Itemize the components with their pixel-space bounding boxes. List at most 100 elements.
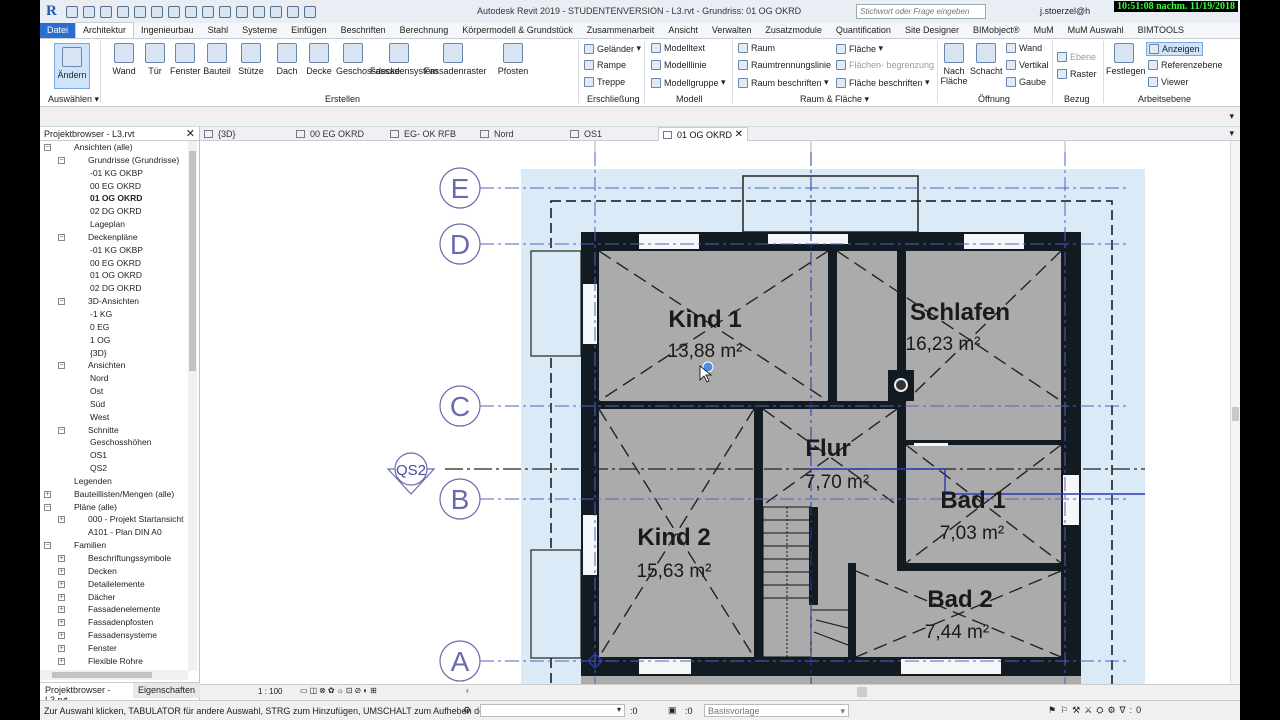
grid-head-c[interactable]: C — [450, 391, 470, 422]
browser-item[interactable]: + Decken — [40, 565, 188, 578]
room-area-flur[interactable]: 7,70 m² — [805, 472, 869, 493]
build-button-1[interactable]: Tür — [142, 43, 168, 76]
revit-logo[interactable]: R — [46, 3, 57, 20]
view-scale[interactable]: 1 : 100 — [258, 687, 282, 696]
room-name-schlafen[interactable]: Schlafen — [910, 299, 1010, 326]
browser-item[interactable]: − Pläne (alle) — [40, 501, 188, 514]
browser-item[interactable]: Legenden — [40, 475, 188, 488]
print-icon[interactable] — [150, 5, 163, 18]
3d-view-icon[interactable] — [235, 5, 248, 18]
browser-item[interactable]: + Bauteillisten/Mengen (alle) — [40, 488, 188, 501]
browser-item[interactable]: + Dächer — [40, 591, 188, 604]
browser-item[interactable]: 01 OG OKRD — [40, 192, 188, 205]
room-tag-button[interactable]: Raum beschriften ▾ — [738, 77, 829, 88]
select-panel-label[interactable]: Auswählen ▾ — [48, 94, 99, 105]
section-head-qs2[interactable]: QS2 — [386, 452, 436, 495]
undo-icon[interactable] — [116, 5, 129, 18]
modify-button[interactable]: Ändern — [54, 43, 90, 89]
view-tab-eg-rfb[interactable]: EG- OK RFB — [386, 127, 476, 141]
model-group-button[interactable]: Modellgruppe ▾ — [651, 77, 726, 88]
workset-icon[interactable]: ⚙ — [463, 705, 471, 716]
browser-item[interactable]: − Grundrisse (Grundrisse) — [40, 154, 188, 167]
browser-item[interactable]: + Flexible Rohre — [40, 655, 188, 668]
expand-icon[interactable]: − — [44, 144, 51, 151]
room-area-kind2[interactable]: 15,63 m² — [637, 561, 712, 582]
search-input[interactable]: Stichwort oder Frage eingeben — [856, 4, 986, 19]
scroll-left-icon[interactable]: ‹ — [466, 686, 469, 695]
build-button-8[interactable]: Fassadensystem — [370, 43, 438, 76]
view-tab-nord[interactable]: Nord — [476, 127, 566, 141]
browser-item[interactable]: A101 - Plan DIN A0 — [40, 526, 188, 539]
ribbon-tab-16[interactable]: MuM — [1027, 23, 1061, 38]
expand-icon[interactable]: + — [58, 619, 65, 627]
browser-item[interactable]: − Familien — [40, 539, 188, 552]
close-icon[interactable]: ✕ — [186, 127, 195, 140]
model-text-button[interactable]: Modelltext — [651, 43, 705, 53]
browser-item[interactable]: + Fassadensysteme — [40, 629, 188, 642]
tab-properties[interactable]: Eigenschaften — [133, 683, 200, 698]
ribbon-tab-9[interactable]: Zusammenarbeit — [580, 23, 662, 38]
ref-plane-button[interactable]: Referenzebene — [1148, 60, 1223, 70]
level-button[interactable]: Ebene — [1057, 52, 1096, 62]
browser-item[interactable]: + Beschriftungssymbole — [40, 552, 188, 565]
browser-item[interactable]: − Ansichten (alle) — [40, 141, 188, 154]
expand-icon[interactable]: + — [58, 593, 65, 601]
shaft-button[interactable]: Schacht — [970, 43, 1003, 76]
set-workplane-button[interactable]: Festlegen — [1106, 43, 1146, 76]
expand-icon[interactable]: + — [58, 555, 65, 562]
expand-icon[interactable]: + — [58, 632, 65, 640]
area-button[interactable]: Fläche ▾ — [836, 43, 883, 54]
expand-icon[interactable]: + — [44, 490, 51, 498]
browser-item[interactable]: {3D} — [40, 347, 188, 360]
grid-head-b[interactable]: B — [451, 484, 470, 515]
ribbon-tab-4[interactable]: Systeme — [235, 23, 284, 38]
browser-item[interactable]: 0 EG — [40, 321, 188, 334]
expand-icon[interactable]: + — [58, 644, 65, 652]
expand-icon[interactable]: + — [58, 657, 65, 665]
build-button-4[interactable]: Stütze — [236, 43, 266, 76]
build-button-2[interactable]: Fenster — [170, 43, 201, 76]
view-tab-os1[interactable]: OS1 — [566, 127, 658, 141]
ribbon-tab-17[interactable]: MuM Auswahl — [1061, 23, 1131, 38]
browser-item[interactable]: 02 DG OKRD — [40, 282, 188, 295]
browser-item[interactable]: -01 KG OKBP — [40, 167, 188, 180]
expand-icon[interactable]: − — [58, 298, 65, 306]
build-button-7[interactable]: Geschossdecke — [336, 43, 400, 76]
section-icon[interactable] — [252, 5, 265, 18]
area-boundary-button[interactable]: Flächen- begrenzung — [836, 60, 934, 70]
workset-dropdown[interactable]: ▾ — [480, 704, 625, 717]
build-button-6[interactable]: Decke — [306, 43, 332, 76]
ribbon-tab-1[interactable]: Architektur — [75, 22, 135, 38]
ribbon-tab-15[interactable]: BIMobject® — [966, 23, 1027, 38]
ribbon-tab-3[interactable]: Stahl — [201, 23, 236, 38]
browser-item[interactable]: − Deckenpläne — [40, 231, 188, 244]
measure-icon[interactable] — [167, 5, 180, 18]
browser-item[interactable]: 00 EG OKRD — [40, 180, 188, 193]
dimension-icon[interactable] — [184, 5, 197, 18]
browser-item[interactable]: Lageplan — [40, 218, 188, 231]
view-tab-3d[interactable]: {3D} — [200, 127, 292, 141]
grid-head-a[interactable]: A — [451, 646, 470, 677]
expand-icon[interactable]: − — [58, 156, 65, 164]
expand-icon[interactable]: − — [44, 503, 51, 511]
ribbon-tab-2[interactable]: Ingenieurbau — [134, 23, 201, 38]
expand-icon[interactable]: − — [44, 542, 51, 550]
browser-item[interactable]: Ost — [40, 385, 188, 398]
browser-item[interactable]: -01 KG OKBP — [40, 244, 188, 257]
expand-icon[interactable]: − — [58, 426, 65, 434]
browser-item[interactable]: +000 - Projekt Startansicht — [40, 513, 188, 526]
build-button-5[interactable]: Dach — [272, 43, 302, 76]
build-button-0[interactable]: Wand — [110, 43, 138, 76]
build-button-9[interactable]: Fassadenraster — [424, 43, 487, 76]
expand-icon[interactable]: + — [58, 567, 65, 575]
expand-icon[interactable]: − — [58, 362, 65, 370]
show-workplane-button[interactable]: Anzeigen — [1146, 42, 1203, 56]
ribbon-tab-0[interactable]: Datei — [40, 23, 76, 38]
grid-head-e[interactable]: E — [451, 173, 470, 204]
browser-item[interactable]: -1 KG — [40, 308, 188, 321]
ribbon-tab-18[interactable]: BIMTOOLS — [1131, 23, 1191, 38]
room-area-kind1[interactable]: 13,88 m² — [668, 341, 743, 362]
ribbon-tab-7[interactable]: Berechnung — [393, 23, 456, 38]
browser-item[interactable]: − 3D-Ansichten — [40, 295, 188, 308]
drawing-canvas[interactable]: E D C B A QS2 Kind 1 13,88 m² Schlafen 1… — [200, 141, 1230, 684]
